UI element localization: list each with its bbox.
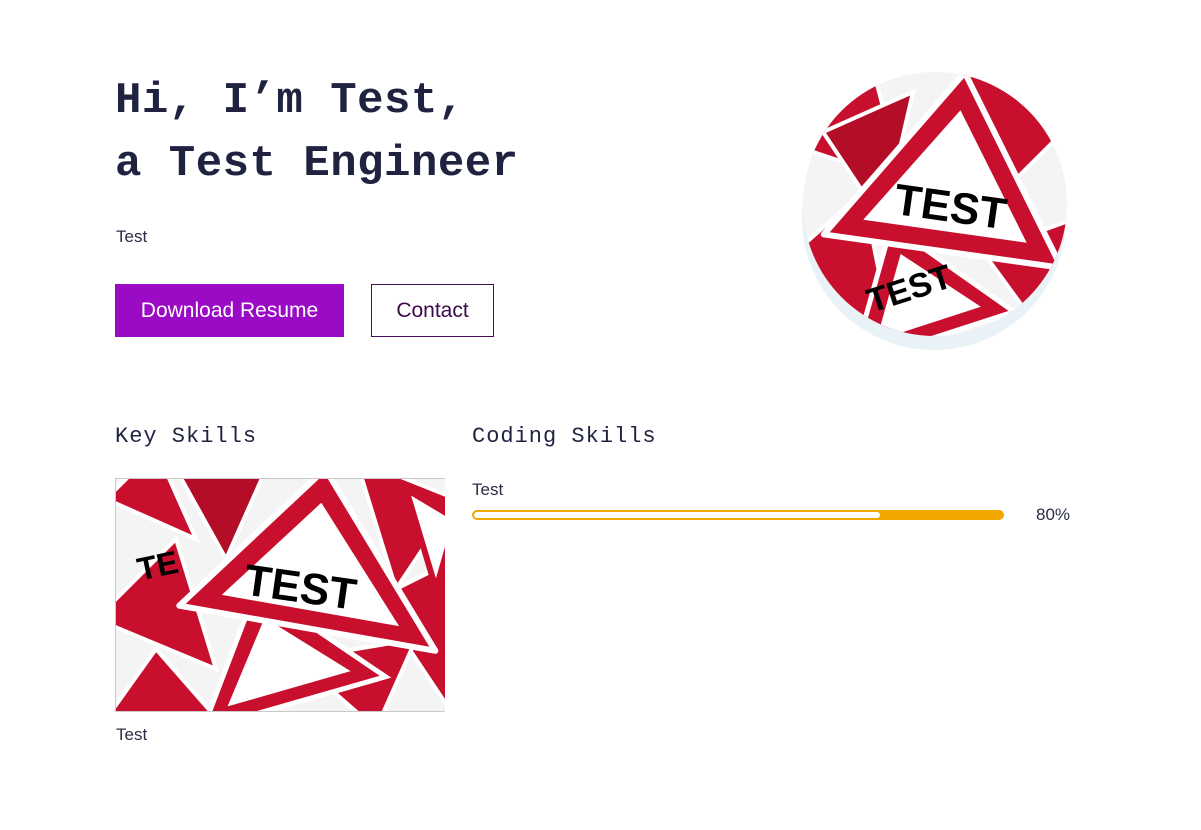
skill-card-image: TE TEST [115,478,445,712]
hero-title-line-2: a Test Engineer [115,139,519,189]
skill-card-caption: Test [116,725,148,744]
avatar: TEST TEST [803,72,1067,336]
warning-signs-image: TEST TEST [803,72,1067,336]
coding-skill-progress-bar [472,510,1004,520]
avatar-container: TEST TEST [800,72,1072,352]
hero-subtitle: Test [116,227,148,246]
coding-skills-heading: Coding Skills [472,424,657,449]
coding-skill-name: Test [472,480,504,499]
download-resume-button[interactable]: Download Resume [115,284,344,337]
key-skills-heading: Key Skills [115,424,258,449]
coding-skill-percent: 80% [1036,505,1071,524]
coding-skill-progress-fill [474,512,880,518]
warning-signs-image: TE TEST [116,479,445,711]
hero-title-line-1: Hi, I’m Test, [115,76,465,126]
contact-button[interactable]: Contact [371,284,494,337]
hero-title: Hi, I’m Test, a Test Engineer [115,70,519,196]
